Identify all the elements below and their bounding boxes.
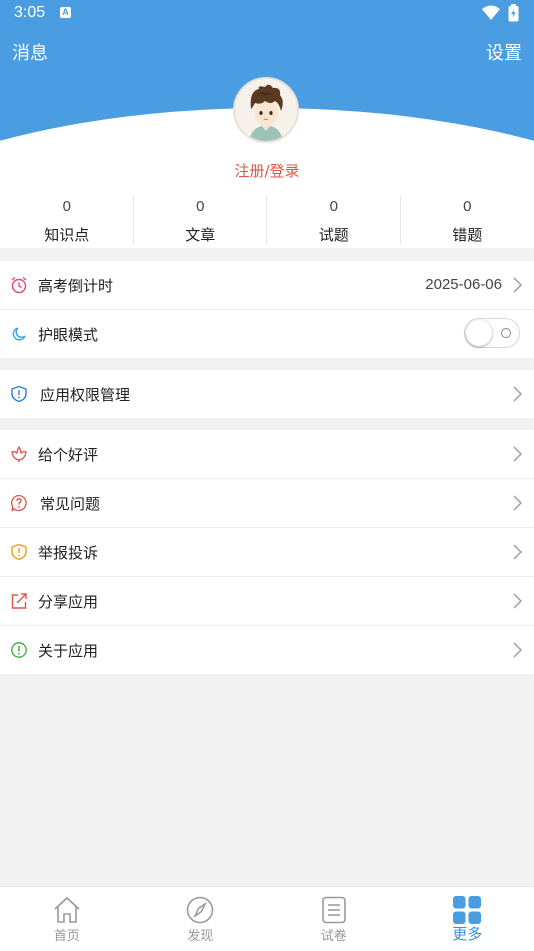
chevron-right-icon	[512, 446, 522, 462]
stat-knowledge[interactable]: 0 知识点	[0, 194, 134, 246]
about-row[interactable]: 关于应用	[0, 626, 534, 674]
wifi-icon	[482, 5, 500, 21]
status-time: 3:05	[14, 4, 45, 22]
shield-icon	[10, 385, 28, 403]
stat-label: 文章	[134, 224, 268, 245]
battery-icon	[508, 4, 519, 22]
chevron-right-icon	[512, 593, 522, 609]
tab-more[interactable]: 更多	[401, 887, 534, 951]
settings-group-1: 高考倒计时 2025-06-06 护眼模式	[0, 261, 534, 358]
eye-mode-label: 护眼模式	[38, 324, 98, 345]
rate-app-label: 给个好评	[38, 444, 98, 465]
tab-label: 发现	[134, 925, 268, 944]
moon-icon	[10, 325, 28, 343]
countdown-date: 2025-06-06	[425, 276, 502, 293]
eye-mode-toggle[interactable]	[464, 318, 520, 348]
toggle-knob	[466, 320, 492, 346]
stat-value: 0	[267, 198, 401, 215]
report-label: 举报投诉	[38, 542, 98, 563]
home-icon	[52, 895, 82, 925]
document-icon	[319, 895, 349, 925]
chevron-right-icon	[512, 642, 522, 658]
stat-label: 错题	[401, 224, 534, 245]
eye-mode-row: 护眼模式	[0, 310, 534, 358]
avatar[interactable]	[233, 77, 299, 143]
toggle-off-indicator	[501, 328, 511, 338]
stat-wrong-questions[interactable]: 0 错题	[401, 194, 534, 246]
tab-label: 首页	[0, 925, 134, 944]
messages-button[interactable]: 消息	[12, 39, 48, 65]
share-label: 分享应用	[38, 591, 98, 612]
stat-value: 0	[134, 198, 268, 215]
share-row[interactable]: 分享应用	[0, 577, 534, 626]
stats-bar: 0 知识点 0 文章 0 试题 0 错题	[0, 194, 534, 246]
chevron-right-icon	[512, 277, 522, 293]
share-icon	[10, 592, 28, 610]
permissions-row[interactable]: 应用权限管理	[0, 370, 534, 418]
tab-label: 试卷	[267, 925, 401, 944]
status-bar: 3:05 A	[0, 0, 534, 28]
warning-shield-icon	[10, 543, 28, 561]
permissions-label: 应用权限管理	[40, 384, 130, 405]
report-row[interactable]: 举报投诉	[0, 528, 534, 577]
compass-icon	[185, 895, 215, 925]
rate-app-row[interactable]: 给个好评	[0, 430, 534, 479]
countdown-label: 高考倒计时	[38, 275, 113, 296]
settings-group-3: 给个好评 常见问题 举报投诉 分享应用 关于应用	[0, 430, 534, 674]
avatar-image	[235, 79, 297, 141]
stat-value: 0	[0, 198, 134, 215]
info-icon	[10, 641, 28, 659]
stat-articles[interactable]: 0 文章	[134, 194, 268, 246]
notification-icon: A	[60, 7, 71, 18]
question-icon	[10, 494, 28, 512]
stat-questions[interactable]: 0 试题	[267, 194, 401, 246]
settings-button[interactable]: 设置	[486, 39, 522, 65]
tab-discover[interactable]: 发现	[134, 887, 268, 951]
tab-papers[interactable]: 试卷	[267, 887, 401, 951]
grid-icon	[452, 895, 482, 925]
about-label: 关于应用	[38, 640, 98, 661]
login-link[interactable]: 注册/登录	[0, 160, 534, 181]
stat-label: 知识点	[0, 224, 134, 245]
countdown-row[interactable]: 高考倒计时 2025-06-06	[0, 261, 534, 310]
tab-label: 更多	[401, 923, 534, 944]
settings-group-2: 应用权限管理	[0, 370, 534, 418]
chevron-right-icon	[512, 495, 522, 511]
stat-label: 试题	[267, 224, 401, 245]
faq-row[interactable]: 常见问题	[0, 479, 534, 528]
flower-icon	[10, 445, 28, 463]
chevron-right-icon	[512, 544, 522, 560]
chevron-right-icon	[512, 386, 522, 402]
stat-value: 0	[401, 198, 534, 215]
tab-home[interactable]: 首页	[0, 887, 134, 951]
alarm-clock-icon	[10, 276, 28, 294]
faq-label: 常见问题	[40, 493, 100, 514]
bottom-tab-bar: 首页 发现 试卷 更多	[0, 886, 534, 951]
